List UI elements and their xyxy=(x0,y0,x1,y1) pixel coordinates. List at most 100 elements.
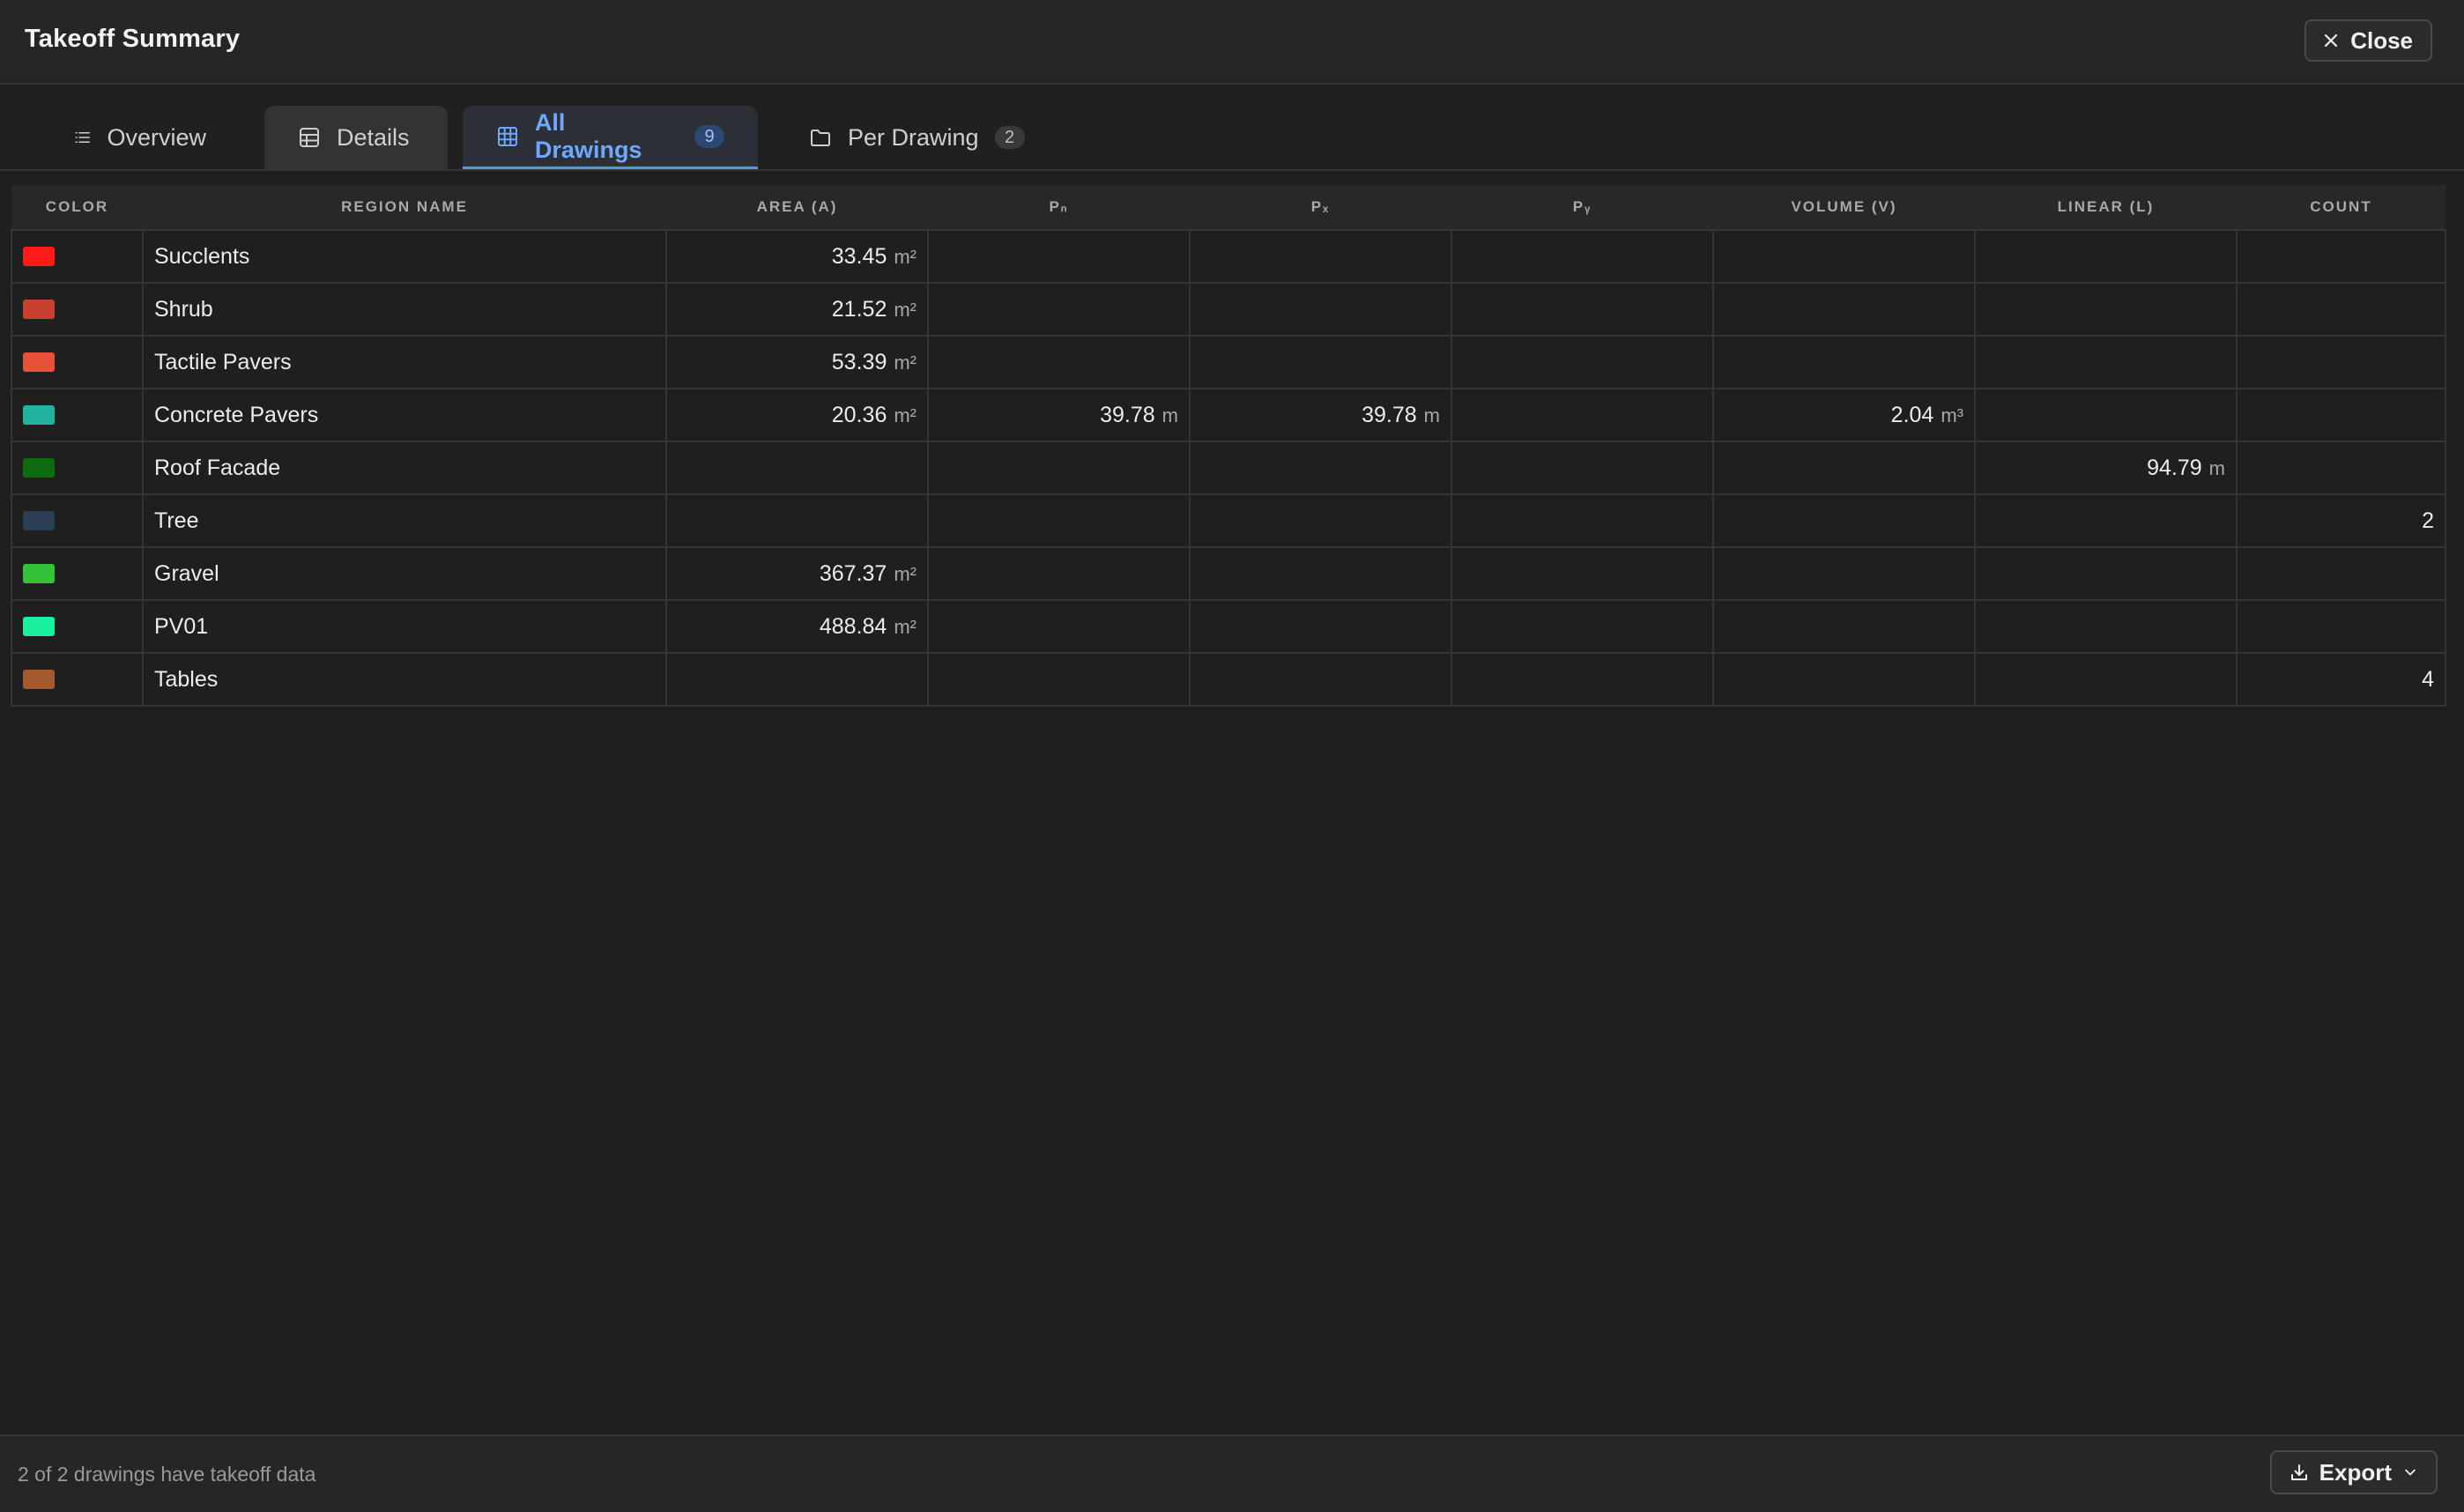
table-header-row: COLOR REGION NAME AREA (A) Pₙ Pₓ Pᵧ VOLU… xyxy=(11,185,2445,231)
volume-cell xyxy=(1712,546,1976,601)
takeoff-table-container: COLOR REGION NAME AREA (A) Pₙ Pₓ Pᵧ VOLU… xyxy=(11,185,2446,707)
area-cell-unit: m² xyxy=(894,562,917,585)
linear-cell xyxy=(1974,335,2238,389)
py-cell xyxy=(1451,388,1714,442)
table-row[interactable]: Tactile Pavers 53.39 m² xyxy=(11,335,2446,389)
area-cell-unit: m² xyxy=(894,351,917,374)
download-icon xyxy=(2290,1464,2307,1480)
pn-cell xyxy=(927,599,1191,654)
list-icon xyxy=(75,132,90,143)
region-name-cell: Shrub xyxy=(142,282,667,337)
color-swatch[interactable] xyxy=(23,300,55,319)
linear-cell: 94.79 m xyxy=(1974,441,2238,495)
color-swatch[interactable] xyxy=(23,617,55,636)
color-swatch[interactable] xyxy=(23,247,55,266)
pn-cell-value: 39.78 xyxy=(1100,402,1155,427)
area-cell xyxy=(665,493,929,548)
table-row[interactable]: Gravel 367.37 m² xyxy=(11,546,2446,601)
area-cell-unit: m² xyxy=(894,298,917,321)
linear-cell xyxy=(1974,388,2238,442)
linear-cell xyxy=(1974,282,2238,337)
py-cell xyxy=(1451,546,1714,601)
px-cell xyxy=(1189,282,1452,337)
table-row[interactable]: Tables 4 xyxy=(11,652,2446,707)
tab-all-drawings-label: All Drawings xyxy=(534,108,642,163)
linear-cell xyxy=(1974,546,2238,601)
area-cell-value: 33.45 xyxy=(831,243,887,269)
folder-icon xyxy=(811,130,830,146)
color-cell xyxy=(11,652,144,707)
pn-cell: 39.78 m xyxy=(927,388,1191,442)
region-name-cell: Roof Facade xyxy=(142,441,667,495)
tab-all-drawings[interactable]: All Drawings 9 xyxy=(463,106,758,169)
py-cell xyxy=(1451,335,1714,389)
area-cell-value: 21.52 xyxy=(831,296,887,322)
pn-cell xyxy=(927,546,1191,601)
chevron-down-icon xyxy=(2405,1469,2416,1476)
area-cell-value: 488.84 xyxy=(819,613,887,639)
py-cell xyxy=(1451,441,1714,495)
table-icon xyxy=(300,128,319,147)
count-cell-value: 4 xyxy=(2422,666,2434,692)
column-header-region-name[interactable]: REGION NAME xyxy=(143,185,666,231)
py-cell xyxy=(1451,229,1714,284)
pn-cell xyxy=(927,493,1191,548)
region-name-cell: PV01 xyxy=(142,599,667,654)
header: Takeoff Summary Close xyxy=(0,0,2464,85)
count-cell xyxy=(2236,441,2446,495)
close-button[interactable]: Close xyxy=(2304,19,2432,62)
region-name-cell: Tree xyxy=(142,493,667,548)
px-cell: 39.78 m xyxy=(1189,388,1452,442)
linear-cell xyxy=(1974,229,2238,284)
color-cell xyxy=(11,599,144,654)
column-header-py[interactable]: Pᵧ xyxy=(1451,185,1713,231)
column-header-linear[interactable]: LINEAR (L) xyxy=(1975,185,2237,231)
column-header-area[interactable]: AREA (A) xyxy=(666,185,928,231)
color-swatch[interactable] xyxy=(23,564,55,583)
volume-cell xyxy=(1712,652,1976,707)
count-cell: 4 xyxy=(2236,652,2446,707)
volume-cell xyxy=(1712,335,1976,389)
table-row[interactable]: PV01 488.84 m² xyxy=(11,599,2446,654)
volume-cell xyxy=(1712,441,1976,495)
table-row[interactable]: Concrete Pavers 20.36 m² 39.78 m 39.78 m 2.04 m³ xyxy=(11,388,2446,442)
tab-bar: Overview Details All Drawings 9 Per Draw… xyxy=(0,85,2464,171)
pn-cell xyxy=(927,282,1191,337)
pn-cell-unit: m xyxy=(1161,404,1178,426)
column-header-color[interactable]: COLOR xyxy=(11,185,143,231)
column-header-px[interactable]: Pₓ xyxy=(1190,185,1451,231)
export-label: Export xyxy=(2319,1458,2392,1486)
tab-overview-label: Overview xyxy=(107,123,206,151)
tab-overview[interactable]: Overview xyxy=(41,106,240,169)
drawings-count-badge: 9 xyxy=(694,124,724,148)
column-header-pn[interactable]: Pₙ xyxy=(928,185,1190,231)
region-name-cell: Tactile Pavers xyxy=(142,335,667,389)
color-swatch[interactable] xyxy=(23,670,55,689)
tab-details-label: Details xyxy=(337,123,410,151)
region-name-cell: Tables xyxy=(142,652,667,707)
color-swatch[interactable] xyxy=(23,458,55,478)
table-row[interactable]: Shrub 21.52 m² xyxy=(11,282,2446,337)
table-row[interactable]: Succlents 33.45 m² xyxy=(11,229,2446,284)
linear-cell xyxy=(1974,493,2238,548)
px-cell xyxy=(1189,229,1452,284)
tab-per-drawing[interactable]: Per Drawing 2 xyxy=(776,106,1066,169)
color-swatch[interactable] xyxy=(23,352,55,372)
export-button[interactable]: Export xyxy=(2269,1450,2438,1494)
volume-cell-unit: m³ xyxy=(1941,404,1963,426)
color-cell xyxy=(11,546,144,601)
color-cell xyxy=(11,388,144,442)
px-cell xyxy=(1189,441,1452,495)
area-cell-value: 53.39 xyxy=(831,349,887,374)
color-swatch[interactable] xyxy=(23,405,55,425)
px-cell xyxy=(1189,493,1452,548)
column-header-volume[interactable]: VOLUME (V) xyxy=(1713,185,1975,231)
table-row[interactable]: Roof Facade 94.79 m xyxy=(11,441,2446,495)
volume-cell xyxy=(1712,282,1976,337)
table-row[interactable]: Tree 2 xyxy=(11,493,2446,548)
area-cell-unit: m² xyxy=(894,404,917,426)
px-cell-value: 39.78 xyxy=(1362,402,1417,427)
column-header-count[interactable]: COUNT xyxy=(2237,185,2445,231)
tab-details[interactable]: Details xyxy=(264,106,448,169)
color-swatch[interactable] xyxy=(23,511,55,530)
